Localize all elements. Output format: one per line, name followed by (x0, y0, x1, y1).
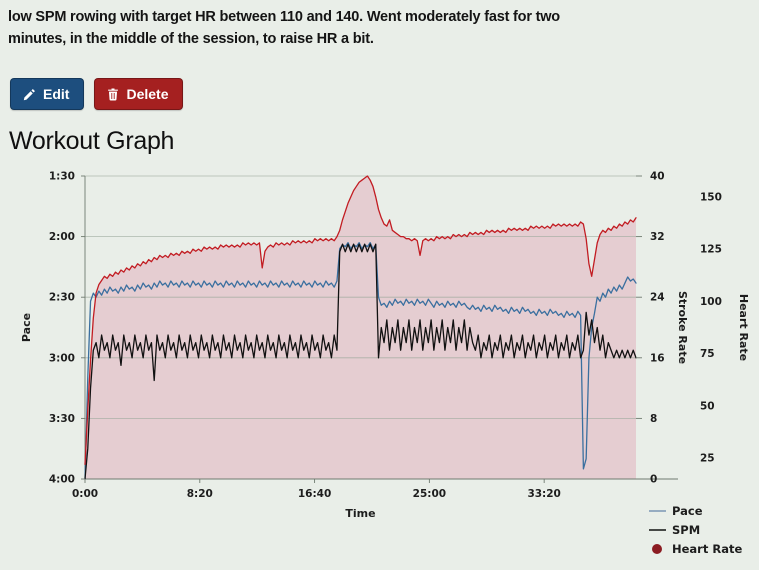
workout-graph-page: low SPM rowing with target HR between 11… (0, 0, 759, 570)
y-tick-label-heart-rate: 100 (700, 296, 722, 308)
y-tick-label-pace: 3:30 (49, 413, 75, 425)
x-tick-label: 0:00 (72, 488, 98, 500)
chart-svg: 0:00 8:20 16:40 25:00 33:20 Time 1:30 2:00 2:30 3… (20, 171, 750, 557)
delete-button-label: Delete (126, 86, 169, 102)
heart-rate-area-fill (85, 176, 636, 479)
x-tick-label: 33:20 (527, 488, 560, 500)
y-tick-label-heart-rate: 50 (700, 400, 715, 412)
y-tick-label-pace: 2:00 (49, 231, 75, 243)
x-tick-label: 25:00 (413, 488, 446, 500)
y-tick-label-pace: 4:00 (49, 474, 75, 486)
y-tick-label-heart-rate: 125 (700, 244, 722, 256)
legend-item-spm-label: SPM (672, 523, 700, 537)
y-tick-label-heart-rate: 75 (700, 348, 715, 360)
y-tick-label-stroke-rate: 24 (650, 292, 665, 304)
y-axis-title-pace: Pace (20, 313, 33, 342)
y-tick-label-stroke-rate: 16 (650, 352, 665, 364)
y-tick-label-stroke-rate: 0 (650, 474, 657, 486)
y-tick-label-pace: 1:30 (49, 171, 75, 183)
y-tick-label-stroke-rate: 8 (650, 413, 657, 425)
page-title: Workout Graph (9, 127, 175, 155)
pencil-icon (23, 88, 36, 101)
workout-chart: 0:00 8:20 16:40 25:00 33:20 Time 1:30 2:00 2:30 3… (0, 160, 759, 570)
y-tick-label-pace: 3:00 (49, 352, 75, 364)
y-axis-title-heart-rate: Heart Rate (737, 294, 750, 361)
y-tick-label-pace: 2:30 (49, 292, 75, 304)
x-tick-label: 16:40 (298, 488, 331, 500)
delete-button[interactable]: Delete (94, 78, 184, 110)
edit-button-label: Edit (43, 86, 70, 102)
y-tick-label-stroke-rate: 32 (650, 231, 665, 243)
edit-button[interactable]: Edit (10, 78, 85, 110)
y-tick-label-heart-rate: 25 (700, 453, 715, 465)
y-tick-label-heart-rate: 150 (700, 191, 722, 203)
y-tick-label-stroke-rate: 40 (650, 171, 665, 183)
x-axis-title: Time (345, 507, 375, 520)
trash-icon (107, 88, 119, 101)
legend-item-heart-rate-label: Heart Rate (672, 542, 742, 556)
workout-description: low SPM rowing with target HR between 11… (8, 9, 560, 47)
y-axis-title-stroke-rate: Stroke Rate (676, 291, 689, 364)
action-button-row: Edit Delete (10, 78, 184, 110)
legend-item-pace-label: Pace (672, 504, 703, 518)
x-tick-label: 8:20 (187, 488, 213, 500)
legend-item-heart-rate-marker (652, 544, 662, 554)
